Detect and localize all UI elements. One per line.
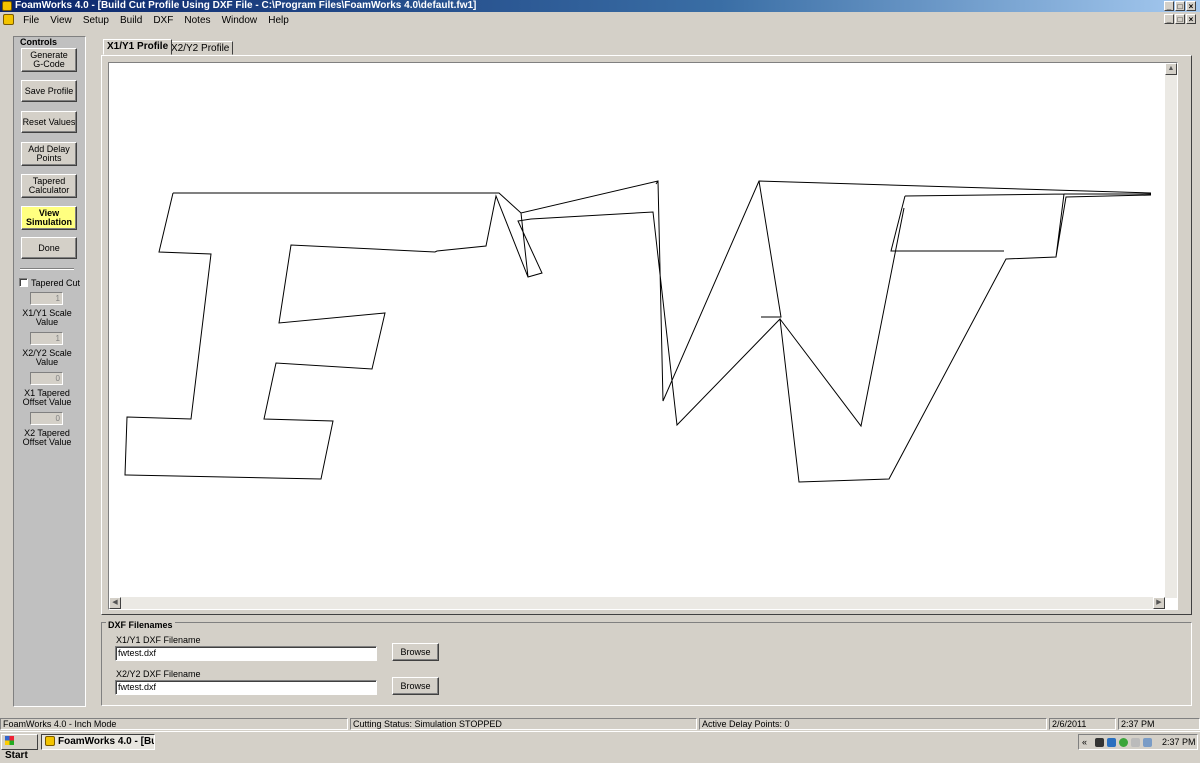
x1y1-scale-input[interactable]: 1 bbox=[30, 292, 63, 305]
controls-title: Controls bbox=[19, 37, 58, 47]
dxf-filenames-title: DXF Filenames bbox=[106, 620, 175, 630]
x1y1-dxf-filename-input[interactable]: fwtest.dxf bbox=[115, 646, 377, 661]
controls-divider bbox=[20, 268, 74, 270]
menu-window[interactable]: Window bbox=[218, 14, 262, 28]
x2y2-dxf-label: X2/Y2 DXF Filename bbox=[116, 669, 201, 679]
x2y2-scale-input[interactable]: 1 bbox=[30, 332, 63, 345]
profile-drawing bbox=[124, 180, 1152, 483]
mdi-controls: _ □ × bbox=[1164, 14, 1196, 24]
start-button[interactable]: Start bbox=[1, 734, 38, 761]
display-icon[interactable] bbox=[1143, 738, 1152, 747]
window-title: FoamWorks 4.0 - [Build Cut Profile Using… bbox=[15, 0, 477, 11]
x1y1-browse-button[interactable]: Browse bbox=[392, 643, 439, 661]
minimize-button[interactable]: _ bbox=[1164, 1, 1174, 11]
status-date: 2/6/2011 bbox=[1049, 718, 1116, 730]
menu-setup[interactable]: Setup bbox=[79, 14, 113, 28]
menu-help[interactable]: Help bbox=[264, 14, 293, 28]
menu-file[interactable]: File bbox=[19, 14, 43, 28]
scroll-up-icon[interactable]: ▲ bbox=[1165, 63, 1177, 75]
tray-expand-icon[interactable]: « bbox=[1082, 735, 1087, 749]
system-tray: « 2:37 PM bbox=[1078, 734, 1198, 750]
document-icon[interactable] bbox=[3, 14, 14, 25]
menu-notes[interactable]: Notes bbox=[180, 14, 214, 28]
x1y1-scale-label: X1/Y1 Scale Value bbox=[22, 308, 72, 327]
mdi-restore-button[interactable]: □ bbox=[1175, 14, 1185, 24]
done-button[interactable]: Done bbox=[21, 237, 77, 259]
windows-logo-icon bbox=[5, 736, 14, 745]
title-bar: FoamWorks 4.0 - [Build Cut Profile Using… bbox=[0, 0, 1200, 12]
scroll-right-icon[interactable]: ▶ bbox=[1153, 597, 1165, 609]
status-time: 2:37 PM bbox=[1118, 718, 1200, 730]
monitor-icon[interactable] bbox=[1107, 738, 1116, 747]
profile-canvas[interactable] bbox=[108, 62, 1178, 610]
x2-tapered-offset-input[interactable]: 0 bbox=[30, 412, 63, 425]
tab-x1y1-profile[interactable]: X1/Y1 Profile bbox=[103, 39, 173, 55]
maximize-button[interactable]: □ bbox=[1175, 1, 1185, 11]
add-delay-points-button[interactable]: Add Delay Points bbox=[21, 142, 77, 166]
generate-gcode-button[interactable]: Generate G-Code bbox=[21, 48, 77, 72]
horizontal-scrollbar[interactable]: ◀ ▶ bbox=[109, 597, 1165, 609]
x1-tapered-offset-label: X1 Tapered Offset Value bbox=[22, 388, 72, 407]
save-profile-button[interactable]: Save Profile bbox=[21, 80, 77, 102]
close-button[interactable]: × bbox=[1186, 1, 1196, 11]
x2-tapered-offset-label: X2 Tapered Offset Value bbox=[22, 428, 72, 447]
network-icon[interactable] bbox=[1095, 738, 1104, 747]
menu-bar: File View Setup Build DXF Notes Window H… bbox=[0, 13, 1200, 27]
x2y2-scale-label: X2/Y2 Scale Value bbox=[22, 348, 72, 367]
scroll-left-icon[interactable]: ◀ bbox=[109, 597, 121, 609]
mdi-close-button[interactable]: × bbox=[1186, 14, 1196, 24]
security-icon[interactable] bbox=[1119, 738, 1128, 747]
window-controls: _ □ × bbox=[1164, 1, 1196, 11]
profile-outline bbox=[124, 180, 1152, 483]
tapered-cut-checkbox[interactable] bbox=[19, 278, 28, 287]
mdi-minimize-button[interactable]: _ bbox=[1164, 14, 1174, 24]
status-cutting: Cutting Status: Simulation STOPPED bbox=[350, 718, 697, 730]
foamworks-icon bbox=[45, 736, 55, 746]
tapered-calculator-button[interactable]: Tapered Calculator bbox=[21, 174, 77, 198]
x1-tapered-offset-input[interactable]: 0 bbox=[30, 372, 63, 385]
tab-x2y2-profile[interactable]: X2/Y2 Profile bbox=[167, 41, 234, 55]
tray-clock: 2:37 PM bbox=[1162, 737, 1196, 747]
view-simulation-button[interactable]: View Simulation bbox=[21, 206, 77, 230]
x2y2-browse-button[interactable]: Browse bbox=[392, 677, 439, 695]
taskbar: Start FoamWorks 4.0 - [Bu... « 2:37 PM bbox=[0, 731, 1200, 761]
menu-dxf[interactable]: DXF bbox=[149, 14, 177, 28]
x1y1-dxf-label: X1/Y1 DXF Filename bbox=[116, 635, 201, 645]
speaker-icon[interactable] bbox=[1131, 738, 1140, 747]
status-mode: FoamWorks 4.0 - Inch Mode bbox=[0, 718, 348, 730]
status-delay-points: Active Delay Points: 0 bbox=[699, 718, 1047, 730]
app-icon bbox=[2, 1, 12, 11]
x2y2-dxf-filename-input[interactable]: fwtest.dxf bbox=[115, 680, 377, 695]
tapered-cut-label: Tapered Cut bbox=[31, 278, 81, 288]
reset-values-button[interactable]: Reset Values bbox=[21, 111, 77, 133]
menu-view[interactable]: View bbox=[46, 14, 76, 28]
taskbar-app-button[interactable]: FoamWorks 4.0 - [Bu... bbox=[41, 734, 155, 750]
vertical-scrollbar[interactable]: ▲ bbox=[1165, 63, 1177, 598]
menu-build[interactable]: Build bbox=[116, 14, 146, 28]
